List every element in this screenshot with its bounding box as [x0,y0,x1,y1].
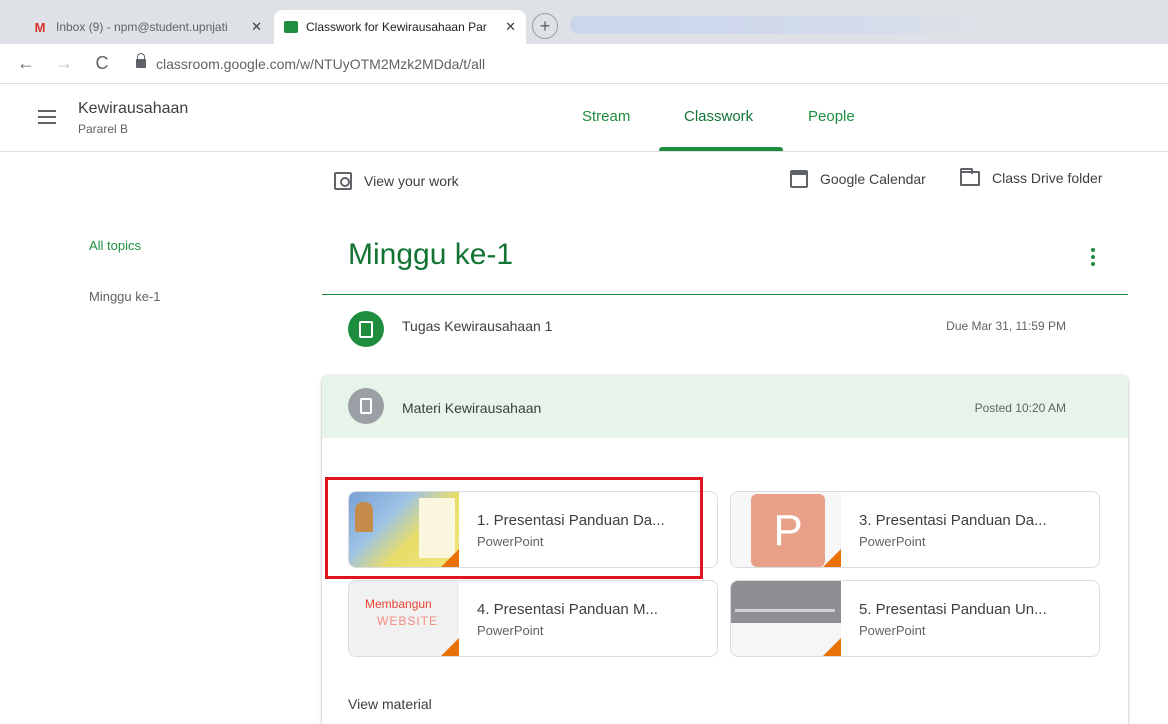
attachment-type: PowerPoint [859,623,926,638]
sidebar-item-minggu-ke-1[interactable]: Minggu ke-1 [89,289,161,304]
browser-tab-strip: M Inbox (9) - npm@student.upnjati ✕ Clas… [0,0,1168,44]
class-drive-folder-link[interactable]: Class Drive folder [960,167,1103,186]
material-posted: Posted 10:20 AM [974,401,1066,415]
account-box-icon [334,172,352,190]
google-calendar-link[interactable]: Google Calendar [790,170,926,188]
attachment-thumbnail [731,581,841,656]
blurred-area [570,16,990,34]
attachment-thumbnail: P [731,492,841,567]
attachment-type: PowerPoint [477,623,544,638]
new-tab-button[interactable]: + [532,13,558,39]
app-header: Kewirausahaan Pararel B Stream Classwork… [0,84,1168,152]
tab-classwork[interactable]: Classwork [684,108,753,125]
powerpoint-corner-icon [441,638,459,656]
gmail-icon: M [34,19,46,35]
material-title: Materi Kewirausahaan [402,400,542,416]
attachment-name: 5. Presentasi Panduan Un... [859,601,1047,618]
calendar-icon [790,170,808,188]
lock-icon [136,53,146,68]
powerpoint-corner-icon [823,549,841,567]
attachment-name: 3. Presentasi Panduan Da... [859,512,1047,529]
class-name[interactable]: Kewirausahaan [78,100,188,118]
attachment-type: PowerPoint [859,534,926,549]
assignment-icon [348,311,384,347]
browser-toolbar: ← → C classroom.google.com/w/NTUyOTM2Mzk… [0,44,1168,84]
folder-icon [960,167,980,186]
attachment-name: 1. Presentasi Panduan Da... [477,512,665,529]
topic-title: Minggu ke-1 [348,238,514,271]
powerpoint-icon: P [751,494,825,567]
view-your-work-link[interactable]: View your work [334,172,459,190]
active-tab-indicator [659,147,783,151]
thumbnail-text: WEBSITE [377,614,439,628]
attachment-card[interactable]: 5. Presentasi Panduan Un... PowerPoint [730,580,1100,657]
tab-title: Classwork for Kewirausahaan Par [306,20,487,34]
menu-icon[interactable] [38,110,56,124]
material-card: Materi Kewirausahaan Posted 10:20 AM 1. … [322,375,1128,724]
back-icon[interactable]: ← [14,53,38,74]
assignment-title: Tugas Kewirausahaan 1 [402,318,553,334]
browser-tab-gmail[interactable]: M Inbox (9) - npm@student.upnjati ✕ [22,10,272,44]
tab-people[interactable]: People [808,108,855,125]
attachment-card[interactable]: Membangun WEBSITE 4. Presentasi Panduan … [348,580,718,657]
more-vert-icon[interactable] [1091,248,1097,268]
attachment-name: 4. Presentasi Panduan M... [477,601,658,618]
material-header[interactable]: Materi Kewirausahaan Posted 10:20 AM [322,375,1128,438]
close-icon[interactable]: ✕ [505,19,516,35]
attachment-type: PowerPoint [477,534,544,549]
classroom-icon [284,21,298,33]
class-drive-folder-label: Class Drive folder [992,170,1103,186]
view-your-work-label: View your work [364,173,459,189]
attachment-card[interactable]: 1. Presentasi Panduan Da... PowerPoint [348,491,718,568]
address-bar[interactable]: classroom.google.com/w/NTUyOTM2Mzk2MDda/… [156,56,485,72]
class-section: Pararel B [78,122,129,136]
topic-divider [322,294,1128,295]
powerpoint-corner-icon [823,638,841,656]
attachment-thumbnail: Membangun WEBSITE [349,581,459,656]
close-icon[interactable]: ✕ [251,19,262,35]
tab-title: Inbox (9) - npm@student.upnjati [56,20,228,34]
tab-stream[interactable]: Stream [582,108,630,125]
assignment-due: Due Mar 31, 11:59 PM [946,319,1066,333]
attachment-card[interactable]: P 3. Presentasi Panduan Da... PowerPoint [730,491,1100,568]
reload-icon[interactable]: C [90,53,114,74]
powerpoint-corner-icon [441,549,459,567]
google-calendar-label: Google Calendar [820,171,926,187]
browser-tab-classroom[interactable]: Classwork for Kewirausahaan Par ✕ [274,10,526,44]
assignment-row[interactable]: Tugas Kewirausahaan 1 Due Mar 31, 11:59 … [322,299,1128,355]
view-material-link[interactable]: View material [348,696,432,712]
forward-icon[interactable]: → [52,53,76,74]
material-icon [348,388,384,424]
thumbnail-text: Membangun [365,597,432,611]
sidebar-item-all-topics[interactable]: All topics [89,238,141,253]
attachment-thumbnail [349,492,459,567]
